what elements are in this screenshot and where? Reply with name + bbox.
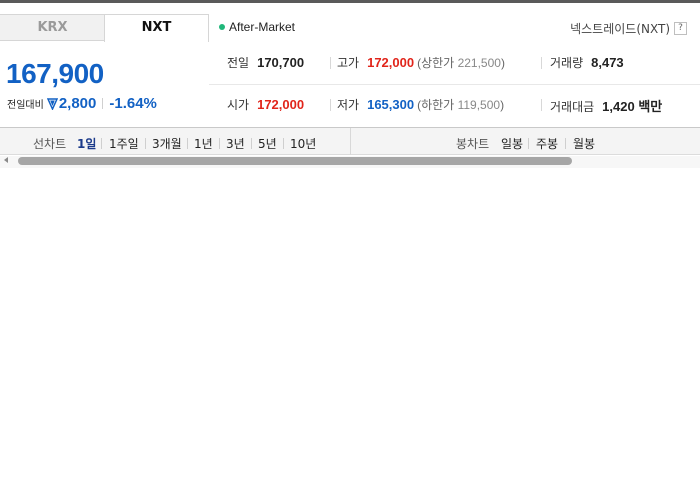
period-monthly-candle[interactable]: 월봉 xyxy=(573,135,595,152)
period-10y[interactable]: 10년 xyxy=(290,135,316,152)
chart-bar-divider xyxy=(350,128,351,155)
scrollbar-thumb[interactable] xyxy=(18,157,572,165)
market-status-text: After-Market xyxy=(229,20,296,34)
stat-prev-close: 전일 170,700 xyxy=(227,55,305,70)
period-daily-candle[interactable]: 일봉 xyxy=(501,135,523,152)
market-status: After-Market xyxy=(219,20,295,34)
down-triangle-icon xyxy=(46,97,58,110)
tab-krx[interactable]: KRX xyxy=(0,14,105,41)
stats-row-divider xyxy=(209,84,700,85)
stat-volume: 거래량 8,473 xyxy=(550,55,624,70)
period-weekly-candle[interactable]: 주봉 xyxy=(536,135,558,152)
period-divider xyxy=(528,138,529,149)
price-change: 전일대비 2,800 -1.64% xyxy=(7,93,157,112)
stat-amount: 거래대금 1,420 백만 xyxy=(550,99,663,114)
stat-divider xyxy=(541,57,542,69)
status-dot-icon xyxy=(219,24,225,30)
stat-divider xyxy=(541,99,542,111)
change-rate: -1.64% xyxy=(109,95,157,112)
period-divider xyxy=(251,138,252,149)
tab-nxt[interactable]: NXT xyxy=(104,14,209,42)
period-3m[interactable]: 3개월 xyxy=(152,135,182,152)
period-5y[interactable]: 5년 xyxy=(258,135,277,152)
top-border xyxy=(0,0,700,3)
change-value: 2,800 xyxy=(58,95,97,112)
change-label: 전일대비 xyxy=(7,100,44,111)
stat-divider xyxy=(330,99,331,111)
help-icon[interactable]: ? xyxy=(674,22,687,35)
stat-high: 고가 172,000 (상한가 221,500) xyxy=(337,55,505,70)
exchange-name: 넥스트레이드(NXT) xyxy=(570,22,670,36)
current-price: 167,900 xyxy=(6,58,104,89)
period-1y[interactable]: 1년 xyxy=(194,135,213,152)
period-3y[interactable]: 3년 xyxy=(226,135,245,152)
period-divider xyxy=(145,138,146,149)
period-divider xyxy=(187,138,188,149)
change-divider xyxy=(102,98,104,109)
stat-divider xyxy=(330,57,331,69)
stat-open: 시가 172,000 xyxy=(227,97,305,112)
period-divider xyxy=(283,138,284,149)
period-divider xyxy=(565,138,566,149)
scroll-left-arrow-icon[interactable] xyxy=(4,157,8,163)
stat-low: 저가 165,300 (하한가 119,500) xyxy=(337,97,505,112)
line-chart-label: 선차트 xyxy=(33,137,67,151)
candle-chart-label: 봉차트 xyxy=(456,137,490,151)
period-1w[interactable]: 1주일 xyxy=(109,135,139,152)
period-divider xyxy=(219,138,220,149)
period-1d[interactable]: 1일 xyxy=(77,135,96,152)
period-divider xyxy=(101,138,102,149)
